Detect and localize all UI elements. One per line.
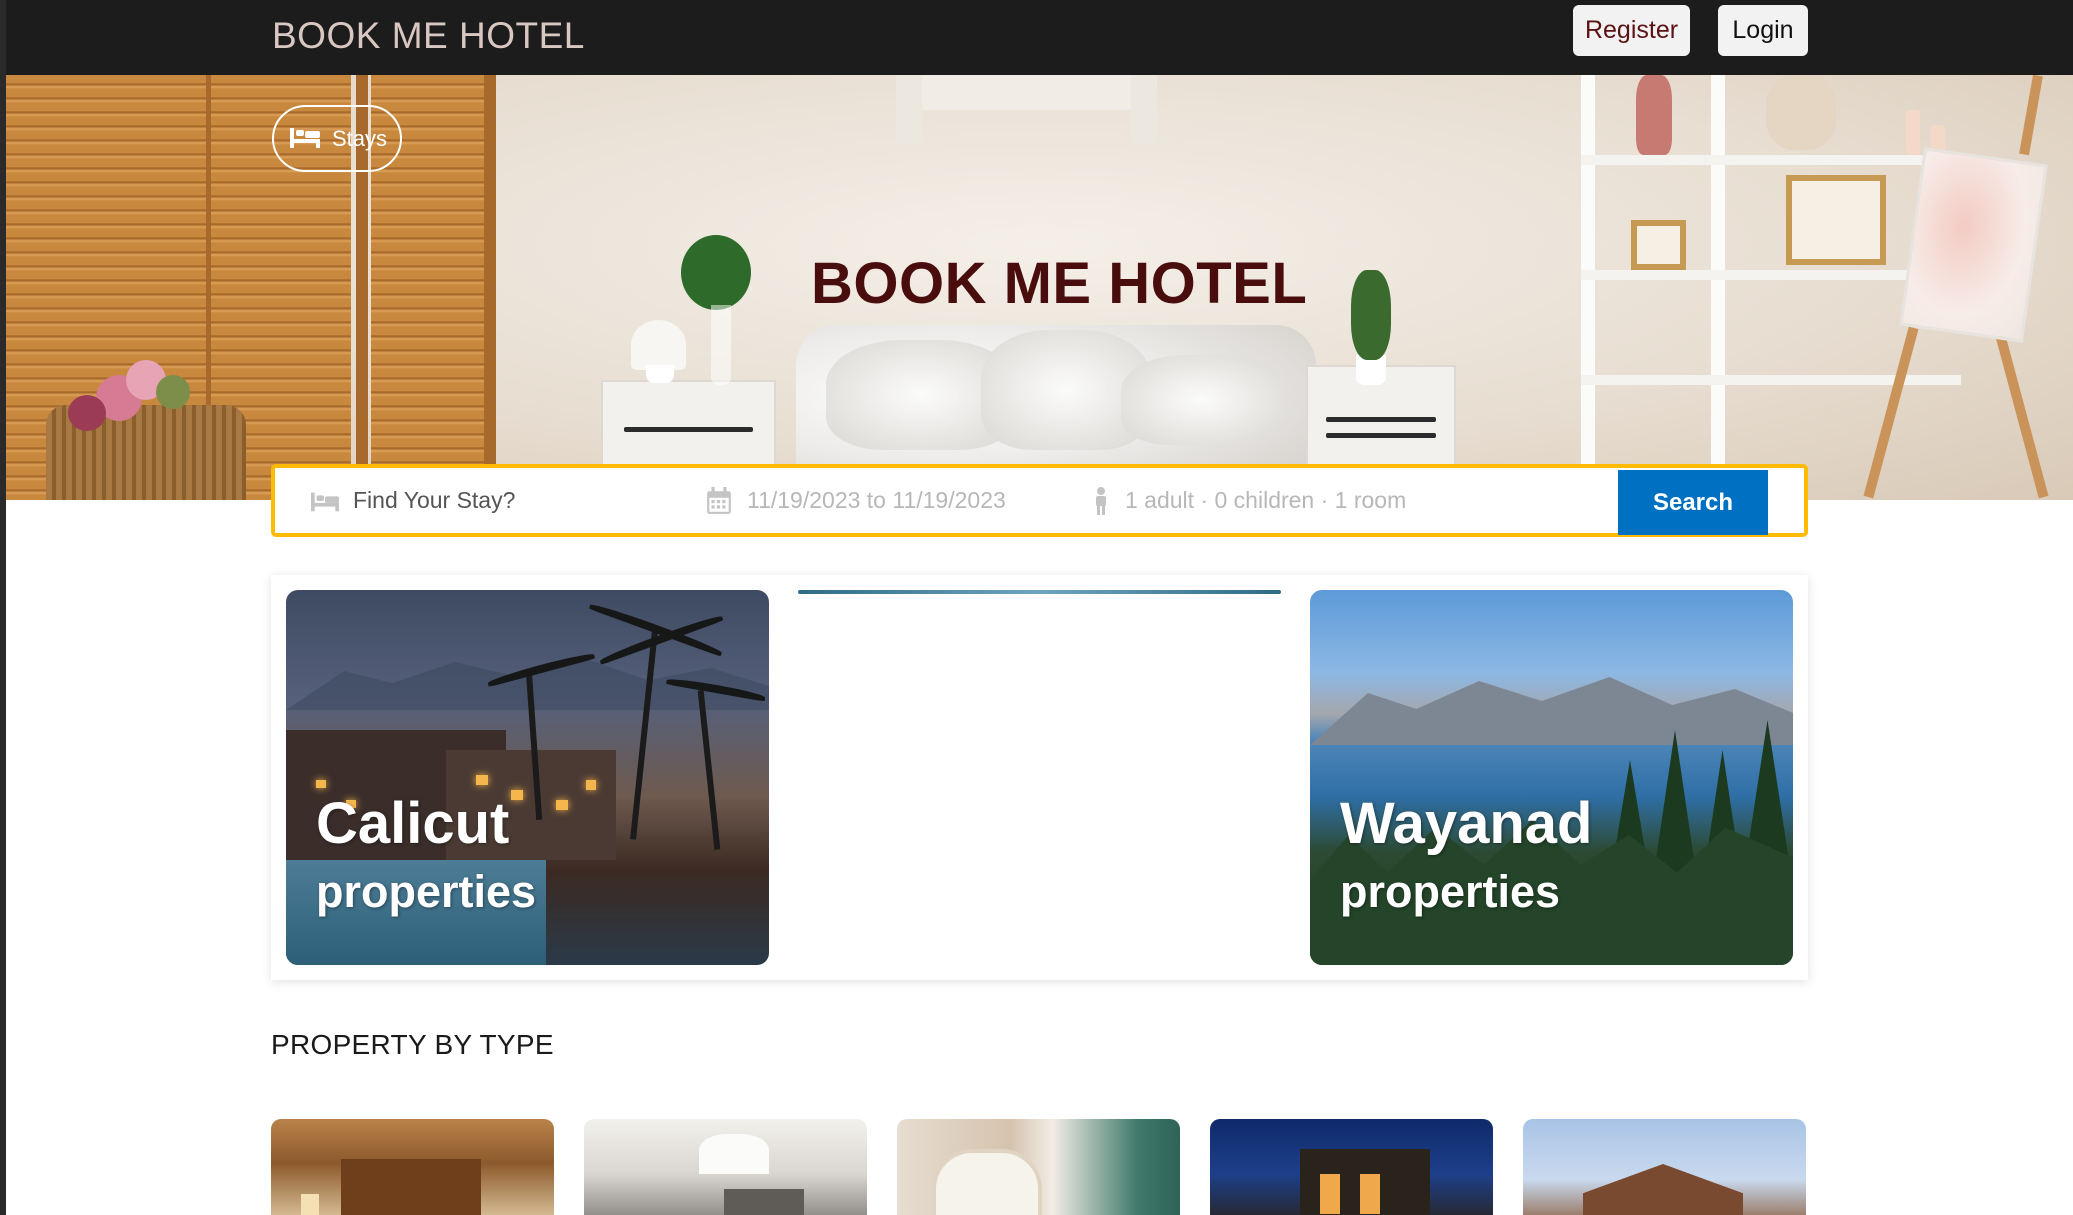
login-button[interactable]: Login — [1718, 5, 1808, 56]
property-type-card[interactable] — [897, 1119, 1180, 1215]
featured-card-loading[interactable] — [798, 590, 1281, 594]
calendar-icon — [707, 486, 731, 514]
featured-title: Calicut — [316, 791, 510, 856]
featured-card-calicut[interactable]: Calicut properties — [286, 590, 769, 965]
brand-logo[interactable]: BOOK ME HOTEL — [272, 10, 585, 62]
register-button[interactable]: Register — [1573, 5, 1690, 56]
search-bar: 11/19/2023 to 11/19/2023 1 adult · 0 chi… — [271, 464, 1808, 537]
hero-banner: BOOK ME HOTEL Stays — [6, 75, 2073, 500]
picture-frame — [1631, 220, 1686, 270]
featured-subtitle: properties — [1340, 866, 1561, 917]
canvas-painting — [1899, 147, 2048, 343]
mountain-range — [1310, 677, 1793, 745]
bed-icon — [311, 492, 339, 511]
property-type-card[interactable] — [271, 1119, 554, 1215]
person-icon — [1096, 486, 1106, 515]
guests-selector[interactable]: 1 adult · 0 children · 1 room — [1091, 468, 1406, 533]
hero-title: BOOK ME HOTEL — [811, 251, 1308, 316]
window-edge — [0, 0, 6, 1215]
featured-title: Wayanad — [1340, 791, 1593, 856]
featured-subtitle: properties — [316, 866, 537, 917]
stays-tab[interactable]: Stays — [272, 105, 402, 172]
bed-icon — [290, 128, 320, 148]
stays-label: Stays — [332, 126, 388, 151]
date-range-picker[interactable]: 11/19/2023 to 11/19/2023 — [705, 468, 1006, 533]
picture-frame — [1786, 175, 1886, 265]
navbar: BOOK ME HOTEL Register Login — [6, 0, 2073, 75]
destination-field[interactable] — [311, 468, 653, 533]
featured-card-wayanad[interactable]: Wayanad properties — [1310, 590, 1793, 965]
search-button[interactable]: Search — [1618, 470, 1768, 535]
featured-destinations: Calicut properties Wayanad properties — [271, 575, 1808, 980]
property-type-card[interactable] — [1523, 1119, 1806, 1215]
property-type-heading: PROPERTY BY TYPE — [271, 1029, 554, 1060]
property-type-card[interactable] — [584, 1119, 867, 1215]
destination-input[interactable] — [353, 487, 653, 514]
property-type-card[interactable] — [1210, 1119, 1493, 1215]
guests-text: 1 adult · 0 children · 1 room — [1125, 487, 1407, 513]
date-range-text: 11/19/2023 to 11/19/2023 — [747, 487, 1006, 513]
